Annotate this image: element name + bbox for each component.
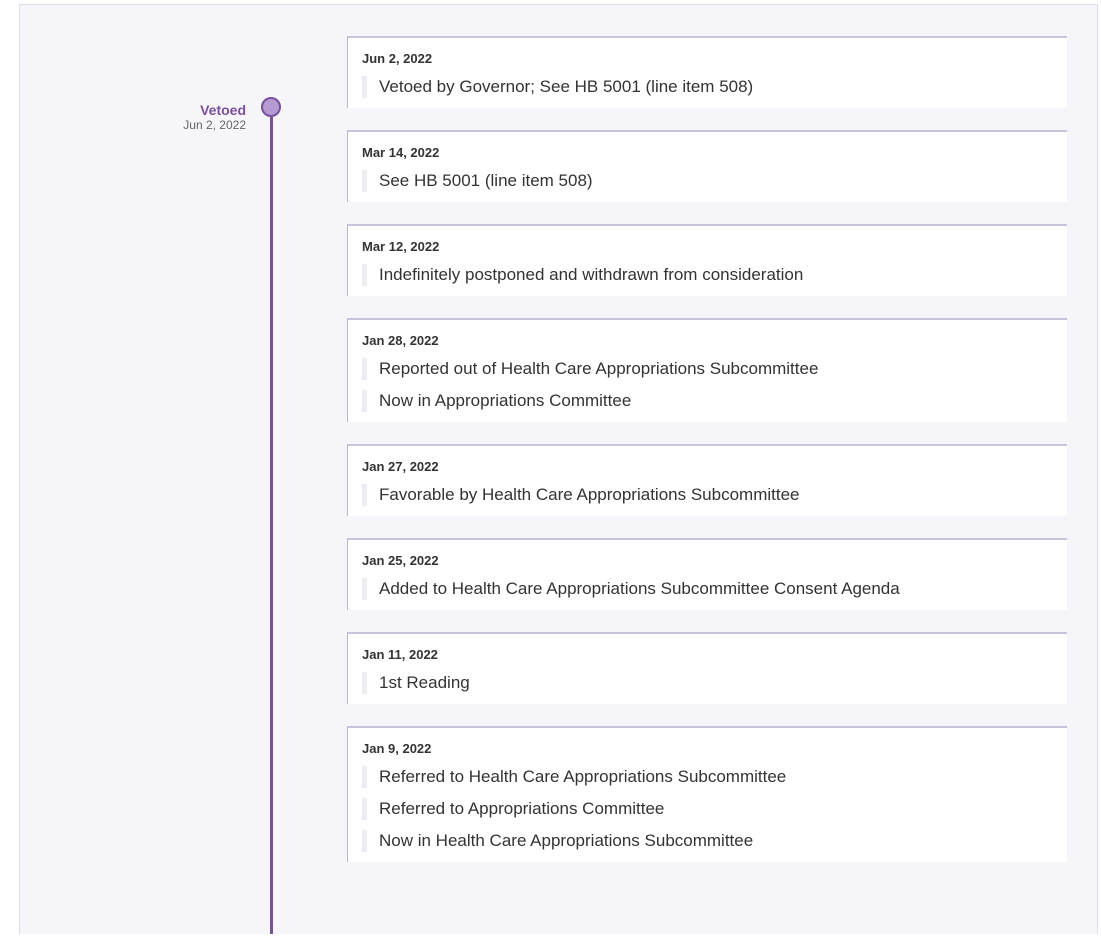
entry-action: See HB 5001 (line item 508) xyxy=(362,170,1067,192)
history-entries: Jun 2, 2022 Vetoed by Governor; See HB 5… xyxy=(347,36,1067,884)
entry-action: Favorable by Health Care Appropriations … xyxy=(362,484,1067,506)
history-entry: Jan 11, 2022 1st Reading xyxy=(347,632,1067,704)
entry-date: Jan 11, 2022 xyxy=(362,647,438,662)
entry-date: Jan 27, 2022 xyxy=(362,459,439,474)
history-entry: Mar 14, 2022 See HB 5001 (line item 508) xyxy=(347,130,1067,202)
entry-date: Mar 12, 2022 xyxy=(362,239,440,254)
entry-date: Jan 25, 2022 xyxy=(362,553,439,568)
entry-action: Referred to Health Care Appropriations S… xyxy=(362,766,1067,788)
history-entry: Mar 12, 2022 Indefinitely postponed and … xyxy=(347,224,1067,296)
milestone-title: Vetoed xyxy=(200,102,246,118)
history-entry: Jan 9, 2022 Referred to Health Care Appr… xyxy=(347,726,1067,862)
entry-action: Referred to Appropriations Committee xyxy=(362,798,1067,820)
entry-action: Now in Health Care Appropriations Subcom… xyxy=(362,830,1067,852)
history-entry: Jan 28, 2022 Reported out of Health Care… xyxy=(347,318,1067,422)
entry-action: Indefinitely postponed and withdrawn fro… xyxy=(362,264,1067,286)
timeline-line xyxy=(270,117,273,934)
milestone-label: Vetoed Jun 2, 2022 xyxy=(183,102,246,132)
entry-action: Reported out of Health Care Appropriatio… xyxy=(362,358,1067,380)
milestone-date: Jun 2, 2022 xyxy=(183,118,246,132)
bill-history-panel: Vetoed Jun 2, 2022 Jun 2, 2022 Vetoed by… xyxy=(19,4,1098,934)
history-entry: Jan 25, 2022 Added to Health Care Approp… xyxy=(347,538,1067,610)
entry-date: Mar 14, 2022 xyxy=(362,145,440,160)
entry-date: Jan 9, 2022 xyxy=(362,741,432,756)
history-entry: Jan 27, 2022 Favorable by Health Care Ap… xyxy=(347,444,1067,516)
history-entry: Jun 2, 2022 Vetoed by Governor; See HB 5… xyxy=(347,36,1067,108)
entry-action: Now in Appropriations Committee xyxy=(362,390,1067,412)
entry-action: Vetoed by Governor; See HB 5001 (line it… xyxy=(362,76,1067,98)
entry-action: Added to Health Care Appropriations Subc… xyxy=(362,578,1067,600)
entry-date: Jun 2, 2022 xyxy=(362,51,433,66)
milestone-dot-icon xyxy=(261,97,281,117)
entry-date: Jan 28, 2022 xyxy=(362,333,439,348)
entry-action: 1st Reading xyxy=(362,672,1067,694)
